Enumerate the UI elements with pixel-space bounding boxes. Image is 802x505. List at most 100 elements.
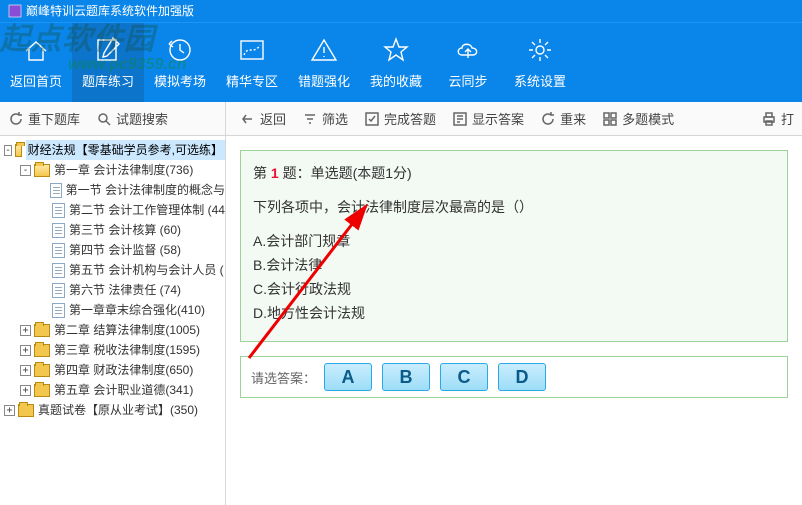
question-prefix: 第 xyxy=(253,165,271,181)
tree-node-label: 第三节 会计核算 (60) xyxy=(69,220,181,240)
sub-toolbar-left: 重下题库 试题搜索 xyxy=(0,102,226,135)
tree-node[interactable]: + 真题试卷【原从业考试】(350) xyxy=(0,400,225,420)
question-header: 第 1 题：单选题(本题1分) xyxy=(253,161,775,185)
sub-toolbar: 重下题库 试题搜索 返回 筛选 完成答题 显示答案 重来 多题模式 xyxy=(0,102,802,136)
question-tree[interactable]: - 财经法规【零基础学员参考,可选练】 - 第一章 会计法律制度(736)第一节 会计… xyxy=(0,136,226,505)
show-answer-label: 显示答案 xyxy=(472,109,524,128)
tree-node-label: 第二章 结算法律制度(1005) xyxy=(54,320,200,340)
gear-icon xyxy=(525,35,555,65)
main-area: - 财经法规【零基础学员参考,可选练】 - 第一章 会计法律制度(736)第一节 会计… xyxy=(0,136,802,505)
tree-node[interactable]: + 第二章 结算法律制度(1005) xyxy=(0,320,225,340)
folder-icon xyxy=(34,324,50,337)
tree-node[interactable]: 第三节 会计核算 (60) xyxy=(0,220,225,240)
tree-node-label: 财经法规【零基础学员参考,可选练】 xyxy=(26,140,225,160)
nav-wrong-label: 错题强化 xyxy=(298,71,350,90)
reload-bank-button[interactable]: 重下题库 xyxy=(0,102,88,136)
question-option-c: C.会计行政法规 xyxy=(253,277,775,301)
map-icon xyxy=(237,35,267,65)
multi-mode-button[interactable]: 多题模式 xyxy=(594,102,682,136)
question-number: 1 xyxy=(271,165,279,181)
nav-settings-label: 系统设置 xyxy=(514,71,566,90)
answer-bar: 请选答案： A B C D xyxy=(240,356,788,398)
folder-icon xyxy=(34,364,50,377)
answer-btn-c[interactable]: C xyxy=(440,363,488,391)
tree-node[interactable]: 第六节 法律责任 (74) xyxy=(0,280,225,300)
expand-icon[interactable]: + xyxy=(20,365,31,376)
expand-icon[interactable]: + xyxy=(20,345,31,356)
tree-node[interactable]: 第一节 会计法律制度的概念与 xyxy=(0,180,225,200)
sub-toolbar-right: 返回 筛选 完成答题 显示答案 重来 多题模式 打 xyxy=(226,102,802,136)
star-icon xyxy=(381,35,411,65)
print-button[interactable]: 打 xyxy=(753,102,802,136)
tree-node-label: 第五章 会计职业道德(341) xyxy=(54,380,193,400)
checklist-icon xyxy=(364,111,380,127)
folder-icon xyxy=(34,344,50,357)
question-stem: 下列各项中，会计法律制度层次最高的是（） xyxy=(253,195,775,219)
multi-mode-label: 多题模式 xyxy=(622,109,674,128)
folder-icon xyxy=(18,404,34,417)
folder-icon xyxy=(34,384,50,397)
tree-node[interactable]: +第四章 财政法律制度(650) xyxy=(0,360,225,380)
expand-icon[interactable]: + xyxy=(4,405,15,416)
finish-label: 完成答题 xyxy=(384,109,436,128)
tree-node[interactable]: + 第五章 会计职业道德(341) xyxy=(0,380,225,400)
tree-node[interactable]: + 第三章 税收法律制度(1595) xyxy=(0,340,225,360)
reload-bank-label: 重下题库 xyxy=(28,109,80,128)
nav-favorites[interactable]: 我的收藏 xyxy=(360,23,432,102)
answer-icon xyxy=(452,111,468,127)
folder-open-icon xyxy=(34,164,50,177)
answer-prompt: 请选答案： xyxy=(251,368,316,387)
filter-icon xyxy=(302,111,318,127)
nav-wrong[interactable]: 错题强化 xyxy=(288,23,360,102)
back-label: 返回 xyxy=(260,109,286,128)
back-button[interactable]: 返回 xyxy=(232,102,294,136)
collapse-icon[interactable]: - xyxy=(4,145,12,156)
page-icon xyxy=(52,263,65,278)
page-icon xyxy=(52,223,65,238)
nav-cloud-sync[interactable]: 云同步 xyxy=(432,23,504,102)
question-type: 题：单选题(本题1分) xyxy=(279,165,412,181)
cloud-icon xyxy=(453,35,483,65)
nav-premium[interactable]: 精华专区 xyxy=(216,23,288,102)
tree-node-label: 第一章章末综合强化(410) xyxy=(69,300,205,320)
answer-btn-d[interactable]: D xyxy=(498,363,546,391)
collapse-icon[interactable]: - xyxy=(20,165,31,176)
grid-icon xyxy=(602,111,618,127)
tree-node-label: 真题试卷【原从业考试】(350) xyxy=(38,400,198,420)
tree-node-label: 第一节 会计法律制度的概念与 xyxy=(66,180,225,200)
tree-node-label: 第一章 会计法律制度(736) xyxy=(54,160,193,180)
answer-btn-b[interactable]: B xyxy=(382,363,430,391)
answer-btn-a[interactable]: A xyxy=(324,363,372,391)
question-option-d: D.地方性会计法规 xyxy=(253,301,775,325)
tree-node[interactable]: 第一章章末综合强化(410) xyxy=(0,300,225,320)
restart-button[interactable]: 重来 xyxy=(532,102,594,136)
tree-node[interactable]: - 财经法规【零基础学员参考,可选练】 xyxy=(0,140,225,160)
page-icon xyxy=(50,183,61,198)
tree-node[interactable]: 第二节 会计工作管理体制 (44 xyxy=(0,200,225,220)
print-icon xyxy=(761,111,777,127)
tree-node[interactable]: 第四节 会计监督 (58) xyxy=(0,240,225,260)
question-box: 第 1 题：单选题(本题1分) 下列各项中，会计法律制度层次最高的是（） A.会… xyxy=(240,150,788,342)
show-answer-button[interactable]: 显示答案 xyxy=(444,102,532,136)
nav-settings[interactable]: 系统设置 xyxy=(504,23,576,102)
search-icon xyxy=(96,111,112,127)
expand-icon[interactable]: + xyxy=(20,385,31,396)
tree-node-label: 第二节 会计工作管理体制 (44 xyxy=(69,200,225,220)
tree-node-label: 第三章 税收法律制度(1595) xyxy=(54,340,200,360)
restart-icon xyxy=(540,111,556,127)
tree-node[interactable]: - 第一章 会计法律制度(736) xyxy=(0,160,225,180)
arrow-left-icon xyxy=(240,111,256,127)
nav-favorites-label: 我的收藏 xyxy=(370,71,422,90)
finish-button[interactable]: 完成答题 xyxy=(356,102,444,136)
filter-button[interactable]: 筛选 xyxy=(294,102,356,136)
search-question-button[interactable]: 试题搜索 xyxy=(88,102,176,136)
warning-icon xyxy=(309,35,339,65)
nav-home-label: 返回首页 xyxy=(10,71,62,90)
watermark-url: www.pc9359.cn xyxy=(68,56,187,74)
refresh-icon xyxy=(8,111,24,127)
page-icon xyxy=(52,283,65,298)
page-icon xyxy=(52,243,65,258)
tree-node[interactable]: 第五节 会计机构与会计人员 ( xyxy=(0,260,225,280)
page-icon xyxy=(52,203,65,218)
expand-icon[interactable]: + xyxy=(20,325,31,336)
